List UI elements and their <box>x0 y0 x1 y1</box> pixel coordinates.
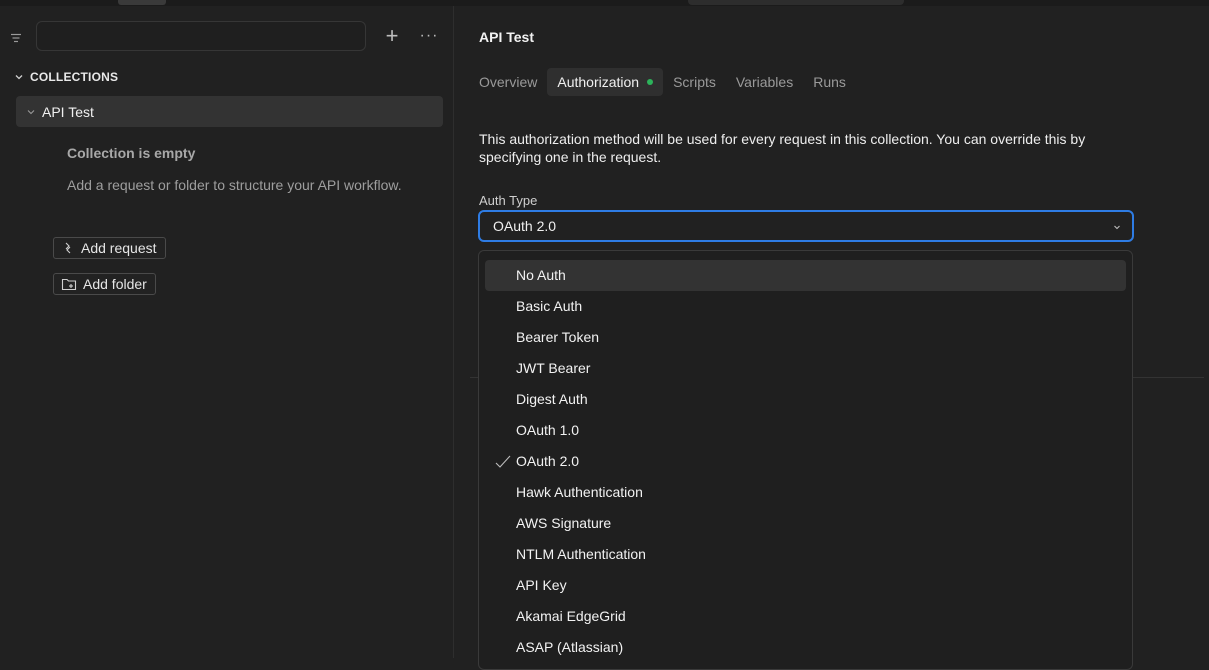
option-oauth-1[interactable]: OAuth 1.0 <box>485 415 1126 446</box>
authorization-description: This authorization method will be used f… <box>479 131 1086 165</box>
auth-type-label: Auth Type <box>479 193 538 208</box>
empty-state-title: Collection is empty <box>67 145 196 161</box>
option-digest-auth[interactable]: Digest Auth <box>485 384 1126 415</box>
filter-icon[interactable] <box>10 32 22 44</box>
option-oauth-2-label: OAuth 2.0 <box>516 453 580 469</box>
option-hawk-authentication[interactable]: Hawk Authentication <box>485 477 1126 508</box>
auth-type-value: OAuth 2.0 <box>493 218 557 234</box>
option-bearer-token[interactable]: Bearer Token <box>485 322 1126 353</box>
search-input[interactable] <box>36 21 366 51</box>
tab-authorization[interactable]: Authorization <box>547 68 664 96</box>
auth-type-select[interactable]: OAuth 2.0 <box>478 210 1134 242</box>
tab-scripts[interactable]: Scripts <box>663 68 726 96</box>
main-panel: API Test Overview Authorization Scripts … <box>454 6 1209 670</box>
add-folder-button[interactable]: Add folder <box>53 273 156 295</box>
option-api-key[interactable]: API Key <box>485 570 1126 601</box>
collections-header[interactable]: COLLECTIONS <box>14 68 118 86</box>
option-akamai-edgegrid[interactable]: Akamai EdgeGrid <box>485 601 1126 632</box>
check-icon <box>495 455 511 468</box>
option-ntlm-authentication[interactable]: NTLM Authentication <box>485 539 1126 570</box>
tab-overview[interactable]: Overview <box>469 68 547 96</box>
option-jwt-bearer[interactable]: JWT Bearer <box>485 353 1126 384</box>
more-options-button[interactable]: ··· <box>417 23 441 49</box>
empty-state-description: Add a request or folder to structure you… <box>67 177 402 193</box>
status-dot-icon <box>647 79 654 85</box>
add-request-button[interactable]: Add request <box>53 237 166 259</box>
window-tab[interactable] <box>118 0 166 5</box>
chevron-down-icon <box>15 75 23 80</box>
option-asap-atlassian[interactable]: ASAP (Atlassian) <box>485 632 1126 663</box>
auth-type-dropdown: No Auth Basic Auth Bearer Token JWT Bear… <box>478 250 1133 670</box>
request-icon <box>65 242 71 254</box>
option-no-auth[interactable]: No Auth <box>485 260 1126 291</box>
tab-variables[interactable]: Variables <box>726 68 803 96</box>
add-request-label: Add request <box>81 240 157 256</box>
tab-runs[interactable]: Runs <box>803 68 856 96</box>
chevron-down-icon <box>1114 225 1120 230</box>
option-aws-signature[interactable]: AWS Signature <box>485 508 1126 539</box>
collection-name: API Test <box>42 103 94 120</box>
collections-header-label: COLLECTIONS <box>30 70 119 84</box>
option-basic-auth[interactable]: Basic Auth <box>485 291 1126 322</box>
add-folder-label: Add folder <box>83 276 147 292</box>
window-tab[interactable] <box>688 0 904 5</box>
chevron-down-icon[interactable] <box>26 107 36 117</box>
option-oauth-2[interactable]: OAuth 2.0 <box>485 446 1126 477</box>
page-title: API Test <box>479 29 534 45</box>
sidebar: + ··· COLLECTIONS API Test Collection is… <box>0 6 454 658</box>
tab-bar: Overview Authorization Scripts Variables… <box>469 66 856 98</box>
collection-item-api-test[interactable]: API Test <box>16 96 443 127</box>
folder-plus-icon <box>61 278 77 291</box>
add-collection-button[interactable]: + <box>381 23 403 49</box>
tab-authorization-label: Authorization <box>557 74 640 90</box>
